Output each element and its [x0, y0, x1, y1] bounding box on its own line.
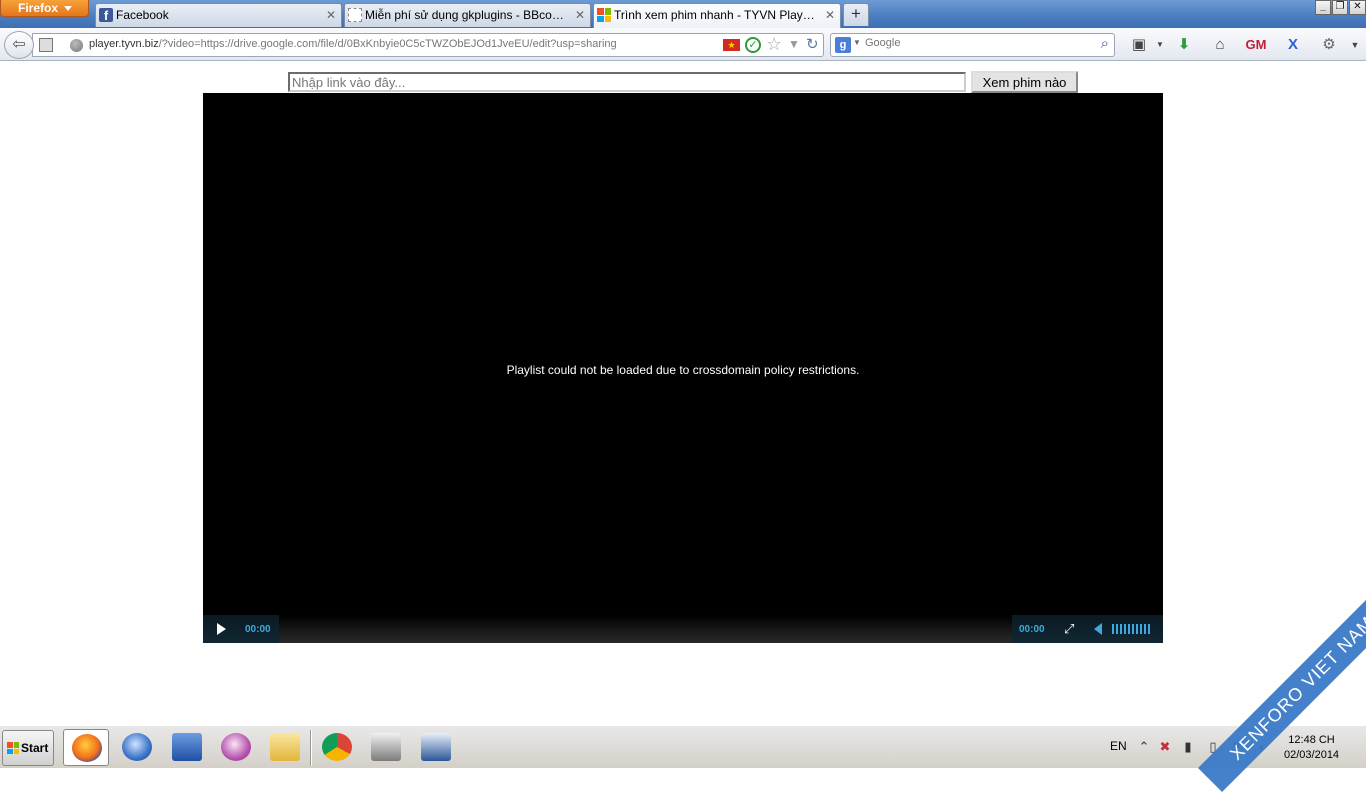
search-bar[interactable]: g ▼ ⌕ — [830, 33, 1115, 57]
volume-slider[interactable] — [1112, 624, 1150, 634]
computer-network-icon — [172, 733, 202, 761]
restore-button[interactable]: ❐ — [1332, 0, 1348, 15]
close-icon[interactable]: ✕ — [326, 4, 336, 26]
folder-icon — [270, 733, 300, 761]
volume-bar[interactable] — [1140, 624, 1142, 634]
volume-bar[interactable] — [1148, 624, 1150, 634]
addon-icon[interactable]: ⚙ — [1318, 34, 1340, 56]
chrome-icon — [322, 733, 352, 761]
close-icon[interactable]: ✕ — [575, 4, 585, 26]
volume-bar[interactable] — [1132, 624, 1134, 634]
download-icon[interactable]: ⬇ — [1173, 34, 1195, 56]
taskbar-yahoo-messenger[interactable] — [213, 729, 259, 766]
firefox-menu-label: Firefox — [18, 1, 59, 15]
firefox-menu-button[interactable]: Firefox — [0, 0, 89, 17]
start-button[interactable]: Start — [2, 730, 54, 766]
vietnam-flag-icon: ★ — [723, 39, 740, 51]
clock-time: 12:48 CH — [1288, 734, 1335, 746]
check-icon[interactable]: ✓ — [745, 37, 761, 53]
tab-gkplugins[interactable]: Miễn phí sử dụng gkplugins - BBcode play… — [344, 3, 591, 27]
close-icon[interactable]: ✕ — [825, 4, 835, 26]
taskbar-explorer[interactable] — [262, 729, 308, 766]
player-error-message: Playlist could not be loaded due to cros… — [506, 363, 860, 377]
volume-bar[interactable] — [1116, 624, 1118, 634]
minimize-button[interactable]: _ — [1315, 0, 1331, 15]
volume-bar[interactable] — [1144, 624, 1146, 634]
elapsed-time: 00:00 — [245, 624, 271, 635]
blank-page-icon — [348, 8, 362, 22]
tab-facebook[interactable]: f Facebook ✕ — [95, 3, 342, 27]
menu-dropdown-icon[interactable]: ▼ — [1344, 34, 1366, 56]
bookmarks-icon[interactable]: ▣ — [1128, 34, 1150, 56]
language-indicator[interactable]: EN — [1110, 739, 1127, 753]
player-controlbar: 00:00 00:00 ⤢ — [203, 615, 1163, 643]
media-player-icon — [371, 733, 401, 761]
tab-groups-icon[interactable] — [39, 38, 53, 52]
search-engine-dropdown-icon[interactable]: ▼ — [853, 38, 861, 47]
firefox-icon — [72, 734, 102, 762]
taskbar-word[interactable] — [413, 729, 459, 766]
start-label: Start — [21, 741, 49, 755]
tab-label: Trình xem phim nhanh - TYVN Player ! — [614, 8, 820, 22]
search-icon[interactable]: ⌕ — [1101, 35, 1109, 52]
watch-video-button[interactable]: Xem phim nào — [971, 71, 1078, 93]
taskbar-network[interactable] — [164, 729, 210, 766]
volume-bar[interactable] — [1112, 624, 1114, 634]
video-link-input[interactable] — [288, 72, 966, 92]
volume-bar[interactable] — [1120, 624, 1122, 634]
word-icon — [421, 733, 451, 761]
tab-label: Miễn phí sử dụng gkplugins - BBcode play… — [365, 8, 570, 22]
taskbar-separator — [310, 730, 312, 766]
volume-bar[interactable] — [1136, 624, 1138, 634]
signal-icon[interactable]: ▮ — [1180, 739, 1196, 755]
controlbar-right: 00:00 ⤢ — [1012, 615, 1163, 643]
url-bar[interactable]: player.tyvn.biz/?video=https://drive.goo… — [32, 33, 824, 57]
bookmarks-dropdown-icon[interactable]: ▼ — [1149, 34, 1171, 56]
back-arrow-icon: ⇦ — [12, 36, 26, 53]
chevron-down-icon — [64, 6, 72, 11]
tray-expand-icon[interactable]: ⌃ — [1136, 739, 1152, 755]
thunderbird-icon — [122, 733, 152, 761]
taskbar-media-player[interactable] — [363, 729, 409, 766]
duration-time: 00:00 — [1019, 624, 1045, 635]
controlbar-left: 00:00 — [203, 615, 279, 643]
taskbar-thunderbird[interactable] — [114, 729, 160, 766]
bookmark-star-icon[interactable]: ☆ — [766, 34, 782, 55]
window-controls: _ ❐ ✕ — [1315, 0, 1366, 17]
tab-tyvn-player[interactable]: Trình xem phim nhanh - TYVN Player ! ✕ — [593, 3, 841, 28]
gm-icon[interactable]: GM — [1245, 34, 1267, 56]
windows-logo-icon — [597, 8, 611, 22]
taskbar: Start EN ⌃ ✖ ▮ ▯ ⚑ ◖ 12:48 CH 02/03/2014 — [0, 725, 1366, 768]
url-path: /?video=https://drive.google.com/file/d/… — [158, 38, 617, 50]
windows-logo-icon — [7, 742, 19, 754]
search-input[interactable] — [865, 37, 1085, 49]
url-host: player.tyvn.biz — [89, 38, 159, 50]
volume-bar[interactable] — [1128, 624, 1130, 634]
play-icon[interactable] — [217, 623, 226, 635]
taskbar-clock[interactable]: 12:48 CH 02/03/2014 — [1284, 733, 1339, 763]
new-tab-button[interactable]: + — [843, 3, 869, 26]
network-error-icon[interactable]: ✖ — [1157, 739, 1173, 755]
taskbar-chrome[interactable] — [314, 729, 360, 766]
browser-titlebar: Firefox f Facebook ✕ Miễn phí sử dụng gk… — [0, 0, 1366, 28]
video-player[interactable]: Playlist could not be loaded due to cros… — [203, 93, 1163, 643]
home-icon[interactable]: ⌂ — [1209, 34, 1231, 56]
google-icon[interactable]: g — [835, 37, 851, 53]
reload-icon[interactable]: ↻ — [806, 35, 819, 53]
tab-label: Facebook — [116, 8, 169, 22]
clock-date: 02/03/2014 — [1284, 749, 1340, 761]
facebook-icon: f — [99, 8, 113, 23]
taskbar-firefox[interactable] — [63, 729, 109, 766]
window-close-button[interactable]: ✕ — [1349, 0, 1366, 15]
url-text[interactable]: player.tyvn.biz/?video=https://drive.goo… — [89, 38, 617, 50]
back-button[interactable]: ⇦ — [4, 31, 34, 59]
fullscreen-icon[interactable]: ⤢ — [1064, 622, 1074, 636]
globe-icon — [70, 39, 83, 52]
history-dropdown-icon[interactable]: ▼ — [788, 37, 800, 51]
volume-bar[interactable] — [1124, 624, 1126, 634]
yahoo-messenger-icon — [221, 733, 251, 761]
x-icon[interactable]: X — [1282, 34, 1304, 56]
volume-icon[interactable] — [1094, 623, 1102, 635]
